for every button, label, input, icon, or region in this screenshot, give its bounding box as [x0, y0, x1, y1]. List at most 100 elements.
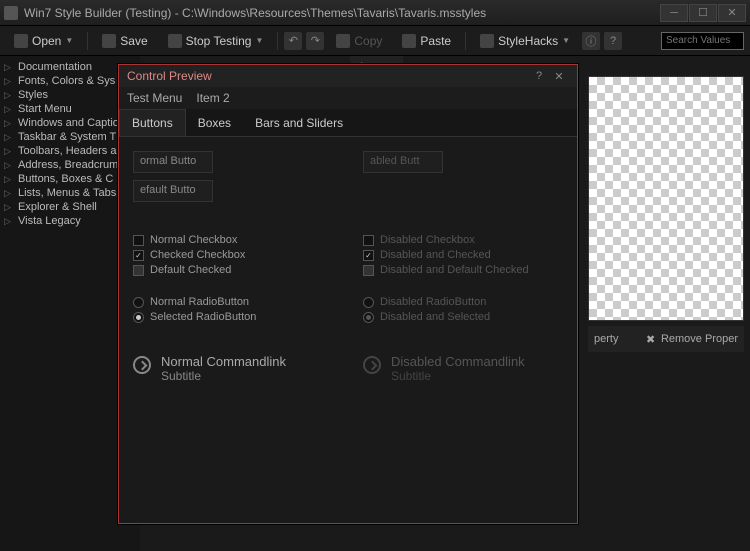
cmdlink-subtitle: Subtitle [161, 369, 286, 383]
save-icon [102, 34, 116, 48]
checkbox-icon [363, 235, 374, 246]
tree-label: Address, Breadcrum [18, 159, 118, 171]
stop-testing-button[interactable]: Stop Testing▼ [160, 31, 272, 51]
checked-checkbox[interactable]: ✓ Checked Checkbox [133, 249, 313, 261]
stylehacks-button[interactable]: StyleHacks▼ [472, 31, 578, 51]
expand-icon: ▷ [4, 160, 14, 171]
chk-label: Checked Checkbox [150, 249, 245, 261]
control-preview-dialog: Control Preview ? ✕ Test Menu Item 2 But… [118, 64, 578, 524]
expand-icon: ▷ [4, 118, 14, 129]
radio-label: Disabled RadioButton [380, 296, 486, 308]
cmdlink-subtitle: Subtitle [391, 369, 525, 383]
remove-icon: ✖ [646, 333, 658, 345]
radio-label: Disabled and Selected [380, 311, 490, 323]
tab-boxes[interactable]: Boxes [186, 110, 243, 136]
expand-icon: ▷ [4, 76, 14, 87]
tree-label: Explorer & Shell [18, 201, 97, 213]
prop-label: perty [594, 333, 618, 345]
disabled-checked-checkbox: ✓ Disabled and Checked [363, 249, 543, 261]
normal-commandlink[interactable]: Normal Commandlink Subtitle [133, 354, 313, 383]
disabled-selected-radio: Disabled and Selected [363, 311, 543, 323]
default-button[interactable]: efault Butto [133, 180, 213, 202]
normal-button[interactable]: ormal Butto [133, 151, 213, 173]
chk-label: Normal Checkbox [150, 234, 237, 246]
dialog-tabs: Buttons Boxes Bars and Sliders [119, 109, 577, 137]
maximize-button[interactable]: ☐ [689, 4, 717, 22]
disabled-commandlink: Disabled Commandlink Subtitle [363, 354, 543, 383]
paste-label: Paste [420, 34, 451, 48]
dropdown-icon: ▼ [65, 36, 73, 45]
stop-testing-label: Stop Testing [186, 34, 252, 48]
arrow-icon [363, 356, 381, 374]
expand-icon: ▷ [4, 202, 14, 213]
expand-icon: ▷ [4, 174, 14, 185]
disabled-radio: Disabled RadioButton [363, 296, 543, 308]
minimize-button[interactable]: ─ [660, 4, 688, 22]
tree-label: Documentation [18, 61, 92, 73]
paste-button[interactable]: Paste [394, 31, 459, 51]
tree-label: Windows and Captio [18, 117, 119, 129]
dialog-help-button[interactable]: ? [529, 70, 549, 82]
save-button[interactable]: Save [94, 31, 155, 51]
normal-checkbox[interactable]: Normal Checkbox [133, 234, 313, 246]
tree-label: Toolbars, Headers a [18, 145, 116, 157]
checkbox-icon: ✓ [363, 250, 374, 261]
paste-icon [402, 34, 416, 48]
default-checkbox[interactable]: Default Checked [133, 264, 313, 276]
checkbox-icon [133, 265, 144, 276]
tab-bars[interactable]: Bars and Sliders [243, 110, 355, 136]
chk-label: Disabled Checkbox [380, 234, 475, 246]
info-button[interactable]: ⓘ [582, 32, 600, 50]
tab-buttons[interactable]: Buttons [119, 109, 186, 136]
copy-label: Copy [354, 34, 382, 48]
disabled-default-checkbox: Disabled and Default Checked [363, 264, 543, 276]
checkbox-icon: ✓ [133, 250, 144, 261]
disabled-checkbox: Disabled Checkbox [363, 234, 543, 246]
expand-icon: ▷ [4, 216, 14, 227]
dialog-close-button[interactable]: ✕ [549, 70, 569, 83]
open-button[interactable]: Open▼ [6, 31, 81, 51]
dialog-menu: Test Menu Item 2 [119, 87, 577, 109]
chk-label: Disabled and Checked [380, 249, 491, 261]
dialog-titlebar[interactable]: Control Preview ? ✕ [119, 65, 577, 87]
tree-label: Lists, Menus & Tabs [18, 187, 116, 199]
stop-icon [168, 34, 182, 48]
expand-icon: ▷ [4, 104, 14, 115]
menu-test[interactable]: Test Menu [127, 91, 182, 105]
radio-label: Normal RadioButton [150, 296, 249, 308]
tree-label: Start Menu [18, 103, 72, 115]
selected-radio[interactable]: Selected RadioButton [133, 311, 313, 323]
chk-label: Disabled and Default Checked [380, 264, 529, 276]
separator [277, 32, 278, 50]
redo-button[interactable]: ↷ [306, 32, 324, 50]
app-icon [4, 6, 18, 20]
open-icon [14, 34, 28, 48]
menu-item2[interactable]: Item 2 [196, 91, 229, 105]
dropdown-icon: ▼ [562, 36, 570, 45]
cmdlink-title: Normal Commandlink [161, 354, 286, 369]
tree-label: Buttons, Boxes & C [18, 173, 113, 185]
add-property-button[interactable]: perty [588, 333, 640, 345]
prop-label: Remove Proper [661, 333, 738, 345]
copy-button[interactable]: Copy [328, 31, 390, 51]
window-title: Win7 Style Builder (Testing) - C:\Window… [24, 6, 660, 20]
radio-icon [363, 297, 374, 308]
tree-label: Taskbar & System T [18, 131, 116, 143]
dropdown-icon: ▼ [255, 36, 263, 45]
dialog-body: ormal Butto efault Butto abled Butt Norm… [119, 137, 577, 401]
expand-icon: ▷ [4, 132, 14, 143]
expand-icon: ▷ [4, 90, 14, 101]
expand-icon: ▷ [4, 62, 14, 73]
normal-radio[interactable]: Normal RadioButton [133, 296, 313, 308]
tree-label: Styles [18, 89, 48, 101]
help-button[interactable]: ? [604, 32, 622, 50]
dialog-title-text: Control Preview [127, 69, 212, 83]
titlebar: Win7 Style Builder (Testing) - C:\Window… [0, 0, 750, 26]
search-input[interactable] [661, 32, 744, 50]
copy-icon [336, 34, 350, 48]
close-button[interactable]: ✕ [718, 4, 746, 22]
tree-label: Fonts, Colors & Sys [18, 75, 115, 87]
undo-button[interactable]: ↶ [284, 32, 302, 50]
radio-label: Selected RadioButton [150, 311, 256, 323]
remove-property-button[interactable]: ✖Remove Proper [640, 333, 744, 345]
